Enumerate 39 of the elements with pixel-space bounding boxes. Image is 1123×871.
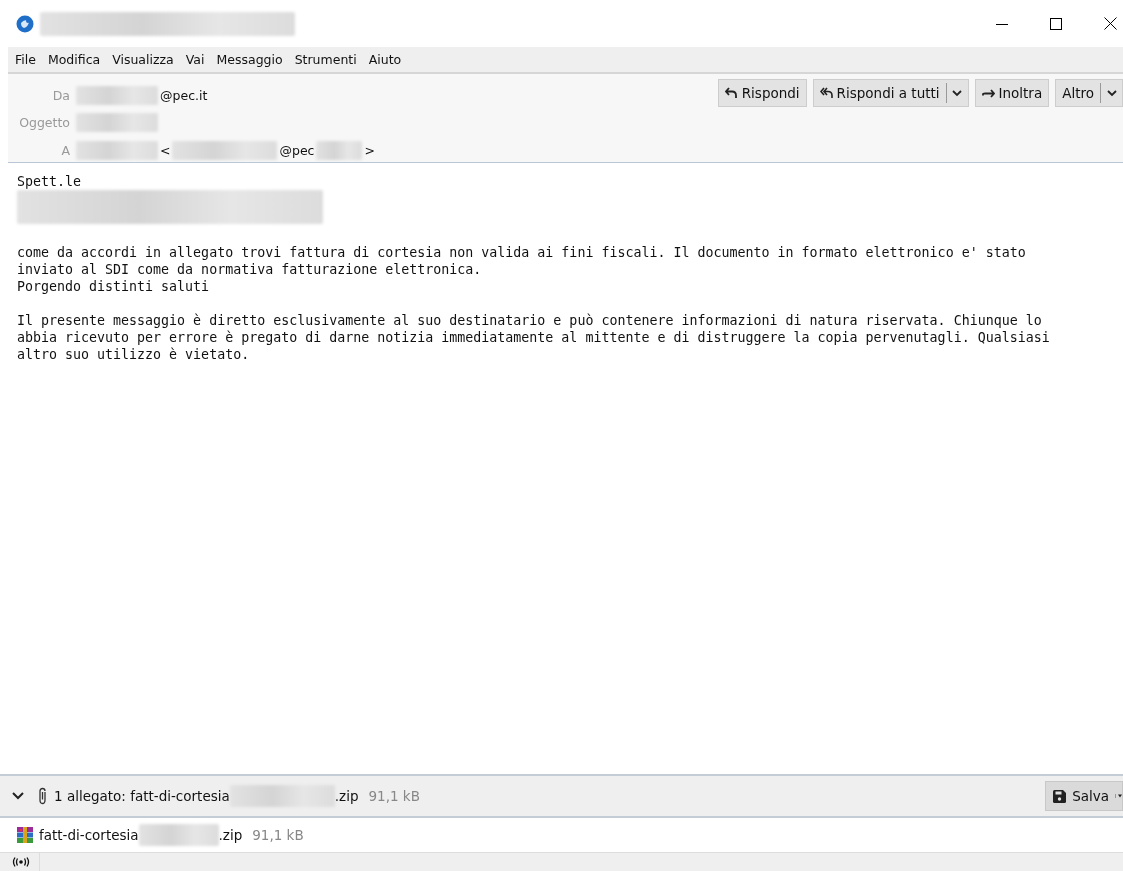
archive-file-icon [17,827,33,843]
message-paragraph: come da accordi in allegato trovi fattura di cortesia non valida ai fini fiscali. Il documento in formato elettronico e' stato inviato al SDI come da normativa fatturazione elettronica. Porgendo distinti saluti [17,244,1027,295]
close-icon[interactable] [1104,17,1117,30]
message-paragraph: Spett.le [17,173,83,190]
field-label: Oggetto [18,115,71,131]
menu-item[interactable]: File [14,52,37,67]
attachment-summary: 1 allegato: fatt-di-cortesia [54,788,230,804]
file-size: 91,1 kB [252,827,304,843]
forward-arrow-icon [981,87,995,99]
redacted-block [316,140,363,160]
app-logo-icon [16,14,34,33]
maximize-icon[interactable] [1050,17,1062,30]
field-value: @pec.it [160,88,208,104]
chevron-down-icon [1106,89,1117,97]
field-label: A [60,142,71,158]
field-value: < [160,142,171,158]
file-extension: .zip [218,827,243,843]
chevron-down-icon[interactable] [12,792,24,800]
field-value: @pec [279,142,315,158]
menu-item[interactable]: Modifica [46,52,102,67]
field-value: > [364,142,375,158]
caret-icon[interactable] [1115,794,1122,798]
menu-item[interactable]: Visualizza [111,52,175,67]
field-label: Da [51,88,71,104]
file-extension: .zip [334,788,359,804]
attachment-name[interactable]: fatt-di-cortesia [39,827,139,843]
reply-all-arrow-icon [819,87,833,99]
message-paragraph: Il presente messaggio è diretto esclusivamente al suo destinatario e può contenere informazioni di natura riservata. Chiunque lo abbia ricevuto per errore è pregato di darne notizia immediatamente al mittente e di distruggere la copia pervenutagli. Qualsiasi altro suo utilizzo è vietato. [17,312,1051,363]
menu-item[interactable]: Messaggio [215,52,284,67]
file-size: 91,1 kB [368,788,420,804]
reply-arrow-icon [724,87,738,99]
menu-item[interactable]: Vai [184,52,206,67]
toolbar-button[interactable]: Rispondi [718,80,806,106]
toolbar-button[interactable]: Inoltra [975,80,1049,106]
broadcast-icon[interactable] [12,857,30,867]
paperclip-icon [38,787,48,805]
menu-item[interactable]: Aiuto [367,52,403,67]
chevron-down-icon [952,89,963,97]
menu-item[interactable]: Strumenti [293,52,358,67]
